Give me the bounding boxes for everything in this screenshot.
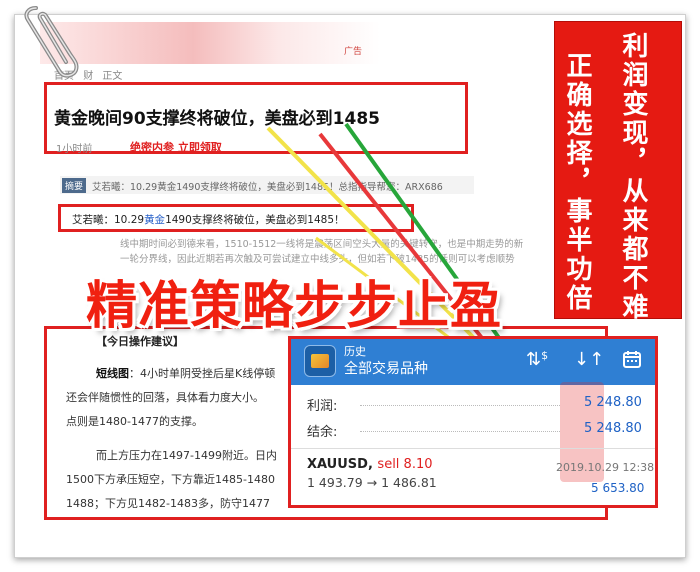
- trade-side: sell 8.10: [377, 457, 433, 472]
- trade-symbol-name: XAUUSD,: [307, 457, 373, 472]
- slogan-banner: 精准策略步步止盈: [86, 277, 503, 336]
- balance-value: 5 248.80: [584, 421, 642, 436]
- trade-date: 2019.10.29 12:38: [556, 461, 655, 474]
- dotted-leader: [360, 431, 560, 432]
- app-header-subtitle[interactable]: 全部交易品种: [344, 358, 428, 378]
- trade-prices: 1 493.79 → 1 486.81: [307, 475, 437, 490]
- app-logo-icon[interactable]: [304, 345, 336, 377]
- row-divider: [291, 448, 655, 449]
- banner-text-choice: 正确选择，事半功倍: [562, 52, 592, 313]
- paperclip-icon: [24, 6, 79, 78]
- dotted-leader: [360, 405, 560, 406]
- currency-swap-icon[interactable]: ⇅$: [526, 349, 548, 370]
- balance-label: 结余:: [307, 425, 338, 440]
- calendar-icon[interactable]: [622, 349, 642, 374]
- profit-value: 5 248.80: [584, 395, 642, 410]
- trade-symbol[interactable]: XAUUSD, sell 8.10: [307, 457, 433, 472]
- banner-text-profit: 利润变现，从来都不难: [618, 32, 648, 322]
- profit-label: 利润:: [307, 399, 338, 414]
- trade-pnl: 5 653.80: [591, 481, 645, 495]
- app-header-title: 历史: [344, 345, 366, 358]
- sort-icon[interactable]: ↓↑: [574, 349, 604, 370]
